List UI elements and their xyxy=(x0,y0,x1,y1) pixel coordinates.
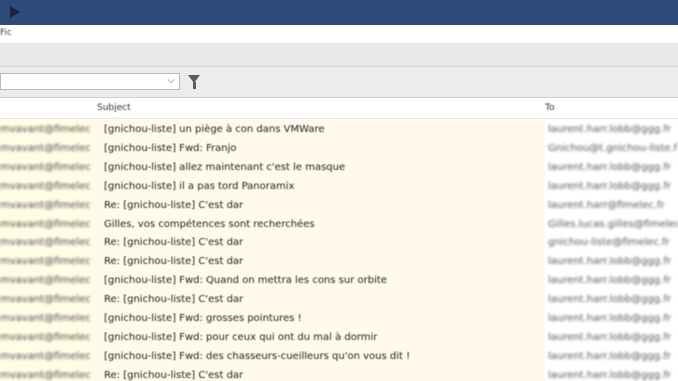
cell-subject: [gnichou-liste] allez maintenant c'est l… xyxy=(104,161,346,173)
cell-to: laurent.harr.lobb@ggg.fr xyxy=(548,331,671,343)
app-icon xyxy=(10,6,20,18)
cell-from: mvavant@fimelec.fr xyxy=(0,142,90,154)
cell-subject: [gnichou-liste] Fwd: pour ceux qui ont d… xyxy=(104,331,378,343)
cell-subject: [gnichou-liste] il a pas tord Panoramix xyxy=(104,180,295,192)
message-list: Subject To mvavant@fimelec.fr [gnichou-li… xyxy=(0,98,678,381)
column-header-row: Subject To xyxy=(0,98,678,119)
cell-to: Gnichou@t.gnichou-liste.fr xyxy=(548,142,678,154)
cell-subject: Re: [gnichou-liste] C'est dar xyxy=(104,199,244,211)
cell-from: mvavant@fimelec.fr xyxy=(0,369,90,381)
cell-from: mvavant@fimelec.fr xyxy=(0,237,90,249)
table-row[interactable]: mvavant@fimelec.fr Re: [gnichou-liste] C'… xyxy=(0,367,678,381)
table-row[interactable]: mvavant@fimelec.fr [gnichou-liste] Fwd: d… xyxy=(0,348,678,367)
cell-subject: [gnichou-liste] un piège à con dans VMWa… xyxy=(104,124,325,135)
filter-funnel-icon[interactable] xyxy=(188,75,200,89)
cell-to: laurent.harr.lobb@ggg.fr xyxy=(548,294,671,306)
chevron-down-icon: ⌵ xyxy=(167,75,175,86)
cell-to: laurent.harr.lobb@ggg.fr xyxy=(548,275,671,287)
cell-subject: [gnichou-liste] Fwd: des chasseurs-cueil… xyxy=(104,350,411,362)
cell-subject: [gnichou-liste] Fwd: Franjo xyxy=(104,142,237,154)
cell-from: mvavant@fimelec.fr xyxy=(0,350,90,362)
cell-from: mvavant@fimelec.fr xyxy=(0,218,90,230)
table-row[interactable]: mvavant@fimelec.fr Re: [gnichou-liste] C'… xyxy=(0,253,678,272)
cell-to: laurent.harr.lobb@ggg.fr xyxy=(548,124,671,135)
cell-from: mvavant@fimelec.fr xyxy=(0,161,90,173)
table-row[interactable]: mvavant@fimelec.fr [gnichou-liste] Fwd: g… xyxy=(0,310,678,329)
cell-from: mvavant@fimelec.fr xyxy=(0,180,90,192)
cell-from: mvavant@fimelec.fr xyxy=(0,256,90,268)
cell-from: mvavant@fimelec.fr xyxy=(0,294,90,306)
cell-to: laurent.harr.lobb@ggg.fr xyxy=(548,180,671,192)
cell-from: mvavant@fimelec.fr xyxy=(0,199,90,211)
table-row[interactable]: mvavant@fimelec.fr Re: [gnichou-liste] C'… xyxy=(0,197,678,216)
menu-bar: Fic xyxy=(0,25,678,44)
table-row[interactable]: mvavant@fimelec.fr Re: [gnichou-liste] C'… xyxy=(0,291,678,310)
cell-to: gnichou-liste@fimelec.fr xyxy=(548,237,670,249)
cell-subject: Re: [gnichou-liste] C'est dar xyxy=(104,237,244,249)
cell-from: mvavant@fimelec.fr xyxy=(0,124,90,135)
filter-select[interactable]: ⌵ xyxy=(0,73,180,90)
cell-from: mvavant@fimelec.fr xyxy=(0,331,90,343)
table-row[interactable]: mvavant@fimelec.fr [gnichou-liste] il a p… xyxy=(0,178,678,197)
cell-to: Gilles.lucas.gilles@fimelec.fr xyxy=(548,218,678,230)
cell-to: laurent.harr.lobb@ggg.fr xyxy=(548,161,671,173)
cell-to: laurent.harr@fimelec.fr xyxy=(548,199,665,211)
cell-to: laurent.harr.lobb@ggg.fr xyxy=(548,256,671,268)
cell-subject: [gnichou-liste] Fwd: grosses pointures ! xyxy=(104,313,302,324)
table-row[interactable]: mvavant@fimelec.fr [gnichou-liste] un piè… xyxy=(0,121,678,140)
table-row[interactable]: mvavant@fimelec.fr Re: [gnichou-liste] C'… xyxy=(0,234,678,253)
cell-to: laurent.harr.lobb@ggg.fr xyxy=(548,369,671,381)
filter-bar: ⌵ xyxy=(0,67,678,98)
table-row[interactable]: mvavant@fimelec.fr [gnichou-liste] Fwd: F… xyxy=(0,140,678,159)
table-row[interactable]: mvavant@fimelec.fr Gilles, vos compétence… xyxy=(0,216,678,235)
table-row[interactable]: mvavant@fimelec.fr [gnichou-liste] Fwd: p… xyxy=(0,329,678,348)
title-bar xyxy=(0,0,678,25)
cell-subject: [gnichou-liste] Fwd: Quand on mettra les… xyxy=(104,275,387,287)
menu-item-file[interactable]: Fic xyxy=(0,28,12,38)
column-header-subject[interactable]: Subject xyxy=(97,103,131,113)
cell-subject: Re: [gnichou-liste] C'est dar xyxy=(104,294,244,306)
cell-subject: Re: [gnichou-liste] C'est dar xyxy=(104,369,244,381)
cell-from: mvavant@fimelec.fr xyxy=(0,275,90,287)
cell-to: laurent.harr.lobb@ggg.fr xyxy=(548,313,671,324)
cell-from: mvavant@fimelec.fr xyxy=(0,313,90,324)
table-row[interactable]: mvavant@fimelec.fr [gnichou-liste] Fwd: Q… xyxy=(0,272,678,291)
column-header-to[interactable]: To xyxy=(545,103,554,113)
toolbar-band xyxy=(0,44,678,67)
cell-subject: Re: [gnichou-liste] C'est dar xyxy=(104,256,244,268)
cell-to: laurent.harr.lobb@ggg.fr xyxy=(548,350,671,362)
cell-subject: Gilles, vos compétences sont recherchées xyxy=(104,218,315,230)
table-row[interactable]: mvavant@fimelec.fr [gnichou-liste] allez … xyxy=(0,159,678,178)
